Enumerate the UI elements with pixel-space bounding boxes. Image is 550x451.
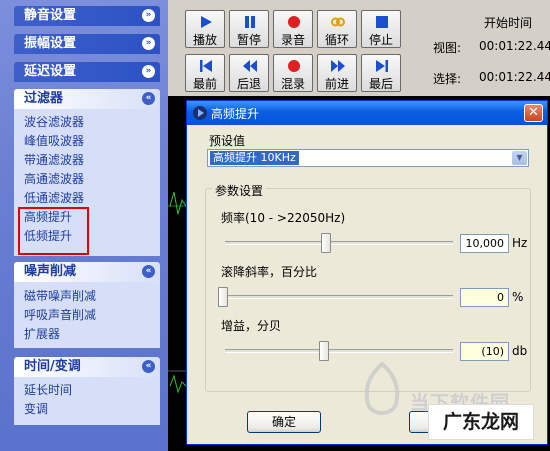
start-time-label: 开始时间 <box>484 16 533 30</box>
stop-button[interactable]: 停止 <box>361 10 401 48</box>
task-pane: 静音设置 » 振幅设置 » 延迟设置 » 过滤器 « 波谷滤波器 峰值吸波器 带… <box>0 0 168 451</box>
parameters-group-title: 参数设置 <box>212 182 267 199</box>
fast-forward-label: 前进 <box>324 77 349 91</box>
frequency-slider-track[interactable] <box>225 241 453 245</box>
watermark-line2: 广东龙网 <box>442 411 519 433</box>
group-header-filters[interactable]: 过滤器 « <box>14 89 160 109</box>
loop-label: 循环 <box>324 33 349 47</box>
chevron-up-icon[interactable]: « <box>142 360 155 373</box>
watermark-logo <box>364 361 400 415</box>
fast-forward-button[interactable]: 前进 <box>317 54 357 92</box>
rewind-button[interactable]: 后退 <box>229 54 269 92</box>
gain-slider-thumb[interactable] <box>319 341 329 361</box>
group-header-mute[interactable]: 静音设置 » <box>14 6 160 26</box>
dialog-titlebar[interactable]: 高频提升 ✕ <box>187 101 547 125</box>
chevron-up-icon[interactable]: « <box>142 92 155 105</box>
group-header-amplitude[interactable]: 振幅设置 » <box>14 34 160 54</box>
frequency-slider-thumb[interactable] <box>321 233 331 253</box>
mix-record-button[interactable]: 混录 <box>273 54 313 92</box>
rolloff-label: 滚降斜率，百分比 <box>221 265 318 279</box>
gain-unit: db <box>512 344 528 358</box>
play-label: 播放 <box>192 33 217 47</box>
skip-start-icon <box>200 60 212 72</box>
stop-icon <box>376 16 388 28</box>
group-title-amplitude: 振幅设置 <box>24 36 77 51</box>
list-item-stretch-time[interactable]: 延长时间 <box>24 381 160 400</box>
selection-label: 选择: <box>433 72 462 86</box>
rolloff-unit: % <box>512 290 524 304</box>
fast-forward-icon <box>331 60 345 72</box>
play-icon <box>201 16 212 28</box>
list-item-tape-noise[interactable]: 磁带噪声削减 <box>24 287 160 306</box>
loop-button[interactable]: 循环 <box>317 10 357 48</box>
mix-record-label: 混录 <box>280 77 305 91</box>
chevron-down-icon[interactable]: » <box>142 65 155 78</box>
chevron-up-icon[interactable]: « <box>142 265 155 278</box>
pause-button[interactable]: 暂停 <box>229 10 269 48</box>
frequency-input[interactable]: 10,000 <box>460 234 509 253</box>
noise-reduction-list: 磁带噪声削减 呼吸声音削减 扩展器 <box>14 282 160 348</box>
skip-start-button[interactable]: 最前 <box>185 54 225 92</box>
view-time: 00:01:22.44 <box>479 39 550 53</box>
transport-toolbar: 播放 暂停 录音 循环 停止 最前 后退 混录 前进 最后 开始时间 视图: 0… <box>168 0 550 96</box>
group-title-filters: 过滤器 <box>24 91 64 106</box>
rolloff-input[interactable]: 0 <box>460 288 509 307</box>
preset-label: 预设值 <box>209 134 246 148</box>
stop-label: 停止 <box>368 33 393 47</box>
group-title-noise-reduction: 噪声削减 <box>24 264 77 279</box>
chevron-down-icon[interactable]: » <box>142 9 155 22</box>
dialog-title: 高频提升 <box>211 107 260 121</box>
record-icon <box>288 16 300 28</box>
highlight-box <box>18 207 89 255</box>
watermark: 当下软件园 广东龙网 <box>360 360 550 451</box>
record-label: 录音 <box>280 33 305 47</box>
gain-input[interactable]: (10) <box>460 342 509 361</box>
rolloff-slider-thumb[interactable] <box>218 287 228 307</box>
frequency-unit: Hz <box>512 236 528 250</box>
skip-end-button[interactable]: 最后 <box>361 54 401 92</box>
preset-dropdown[interactable]: 高频提升 10KHz ▼ <box>207 149 529 167</box>
list-item-bandpass-filter[interactable]: 带通滤波器 <box>24 151 160 170</box>
skip-end-icon <box>376 60 388 72</box>
mix-record-icon <box>288 60 300 72</box>
group-title-time-pitch: 时间/变调 <box>24 359 81 374</box>
skip-start-label: 最前 <box>192 77 217 91</box>
time-pitch-list: 延长时间 变调 <box>14 377 160 425</box>
app-icon <box>193 106 207 120</box>
gain-label: 增益，分贝 <box>221 319 282 333</box>
play-button[interactable]: 播放 <box>185 10 225 48</box>
chevron-down-icon[interactable]: » <box>142 37 155 50</box>
list-item-lowpass-filter[interactable]: 低通滤波器 <box>24 189 160 208</box>
rewind-label: 后退 <box>236 77 261 91</box>
record-button[interactable]: 录音 <box>273 10 313 48</box>
group-title-mute: 静音设置 <box>24 8 77 23</box>
rolloff-slider-track[interactable] <box>225 295 453 299</box>
view-label: 视图: <box>433 41 462 55</box>
list-item-peak-filter[interactable]: 峰值吸波器 <box>24 132 160 151</box>
group-header-time-pitch[interactable]: 时间/变调 « <box>14 357 160 377</box>
list-item-expander[interactable]: 扩展器 <box>24 325 160 344</box>
group-title-delay: 延迟设置 <box>24 64 77 79</box>
pause-label: 暂停 <box>236 33 261 47</box>
loop-icon <box>331 17 345 27</box>
chevron-down-icon[interactable]: ▼ <box>512 151 527 165</box>
preset-selected-value: 高频提升 10KHz <box>210 151 299 165</box>
close-icon[interactable]: ✕ <box>524 104 543 122</box>
gain-slider-track[interactable] <box>225 349 453 353</box>
list-item-notch-filter[interactable]: 波谷滤波器 <box>24 113 160 132</box>
pause-icon <box>245 16 255 28</box>
group-header-noise-reduction[interactable]: 噪声削减 « <box>14 262 160 282</box>
list-item-pitch[interactable]: 变调 <box>24 400 160 419</box>
ok-button[interactable]: 确定 <box>247 411 321 433</box>
rewind-icon <box>243 60 257 72</box>
skip-end-label: 最后 <box>368 77 393 91</box>
list-item-highpass-filter[interactable]: 高通滤波器 <box>24 170 160 189</box>
selection-time: 00:01:22.44 <box>479 70 550 84</box>
frequency-label: 频率(10 - >22050Hz) <box>221 211 346 225</box>
list-item-breath-noise[interactable]: 呼吸声音削减 <box>24 306 160 325</box>
group-header-delay[interactable]: 延迟设置 » <box>14 62 160 82</box>
watermark-banner: 广东龙网 <box>428 404 534 440</box>
